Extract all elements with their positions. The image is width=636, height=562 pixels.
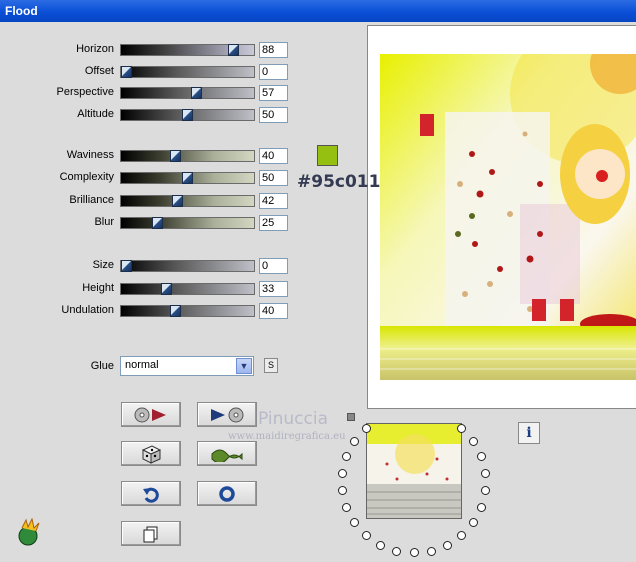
navigator-dot [480,468,490,478]
slider-thumb-brilliance[interactable] [172,195,183,207]
navigator-dot [338,468,348,478]
slider-value-undulation[interactable]: 40 [259,303,288,319]
copy-pages-icon [143,526,158,542]
navigator-dot [350,436,360,446]
glue-side-button[interactable]: S [264,358,278,373]
slider-label-offset: Offset [84,65,114,77]
navigator-dot [480,486,490,496]
slider-track-blur[interactable] [120,217,255,229]
copy-button[interactable] [121,521,181,546]
slider-label-brilliance: Brilliance [69,194,114,206]
slider-value-brilliance[interactable]: 42 [259,193,288,209]
slider-thumb-blur[interactable] [152,217,163,229]
main-preview[interactable] [367,25,636,409]
slider-track-altitude[interactable] [120,109,255,121]
slider-thumb-height[interactable] [161,283,172,295]
slider-thumb-perspective[interactable] [191,87,202,99]
slider-track-perspective[interactable] [120,87,255,99]
glue-selected-value: normal [125,359,159,371]
slider-track-complexity[interactable] [120,172,255,184]
slider-label-undulation: Undulation [61,304,114,316]
load-preset-button[interactable] [121,402,181,427]
info-button[interactable]: i [518,422,540,444]
slider-value-complexity[interactable]: 50 [259,170,288,186]
slider-label-horizon: Horizon [76,43,114,55]
random-button[interactable] [121,441,181,466]
slider-track-undulation[interactable] [120,305,255,317]
color-swatch[interactable] [317,145,338,166]
slider-label-altitude: Altitude [77,108,114,120]
preview-image [380,54,636,380]
dice-icon [141,444,162,464]
navigator-dot [476,503,486,513]
watermark-url: www.maidiregrafica.eu [228,431,346,442]
slider-thumb-waviness[interactable] [170,150,181,162]
color-hex-label: #95c011 [297,172,381,192]
ring-icon [219,485,235,502]
slider-track-height[interactable] [120,283,255,295]
reset-button[interactable] [197,481,257,506]
navigator-dot [342,451,352,461]
chevron-down-icon[interactable]: ▼ [236,358,252,374]
slider-track-offset[interactable] [120,66,255,78]
slider-track-horizon[interactable] [120,44,255,56]
slider-thumb-size[interactable] [121,260,132,272]
slider-thumb-horizon[interactable] [228,44,239,56]
navigator-thumbnail[interactable] [366,423,462,519]
slider-thumb-complexity[interactable] [182,172,193,184]
slider-value-altitude[interactable]: 50 [259,107,288,123]
window-titlebar: Flood [0,0,636,22]
navigator-handle[interactable] [347,413,355,421]
slider-label-blur: Blur [94,216,114,228]
navigator-dot [361,531,371,541]
slider-label-size: Size [92,259,114,271]
navigator-dot [409,548,419,557]
navigator-dot [350,518,360,528]
navigator-dot [476,451,486,461]
window-title: Flood [5,4,38,18]
navigator-dot [342,503,352,513]
navigator-dot [457,423,467,433]
navigator-dot [442,541,452,551]
slider-value-perspective[interactable]: 57 [259,85,288,101]
slider-track-brilliance[interactable] [120,195,255,207]
navigator-dot [457,531,467,541]
navigator-dot [468,518,478,528]
disc-arrow-icon [134,407,166,422]
undo-arrow-icon [143,487,159,503]
glue-select[interactable]: normal ▼ [120,356,254,376]
navigator-dot [338,486,348,496]
glue-label: Glue [90,360,114,372]
slider-thumb-undulation[interactable] [170,305,181,317]
navigator-dot [392,547,402,557]
arrow-disc-icon [211,407,244,422]
slider-value-horizon[interactable]: 88 [259,42,288,58]
slider-label-height: Height [82,282,114,294]
slider-label-waviness: Waviness [66,149,114,161]
save-preset-button[interactable] [197,402,257,427]
slider-track-waviness[interactable] [120,150,255,162]
slider-thumb-offset[interactable] [121,66,132,78]
slider-thumb-altitude[interactable] [182,109,193,121]
slider-label-complexity: Complexity [59,171,114,183]
navigator-dot [468,436,478,446]
plugin-logo-icon [14,517,42,549]
watermark-name: Pinuccia [258,409,328,429]
navigator-dot [361,423,371,433]
undo-button[interactable] [121,481,181,506]
slider-label-perspective: Perspective [56,86,114,98]
slider-track-size[interactable] [120,260,255,272]
wave-button[interactable] [197,441,257,466]
slider-value-blur[interactable]: 25 [259,215,288,231]
slider-value-offset[interactable]: 0 [259,64,288,80]
slider-value-waviness[interactable]: 40 [259,148,288,164]
navigator-dot [376,541,386,551]
slider-value-height[interactable]: 33 [259,281,288,297]
navigator-dot [426,547,436,557]
wave-icon [211,449,243,462]
slider-value-size[interactable]: 0 [259,258,288,274]
